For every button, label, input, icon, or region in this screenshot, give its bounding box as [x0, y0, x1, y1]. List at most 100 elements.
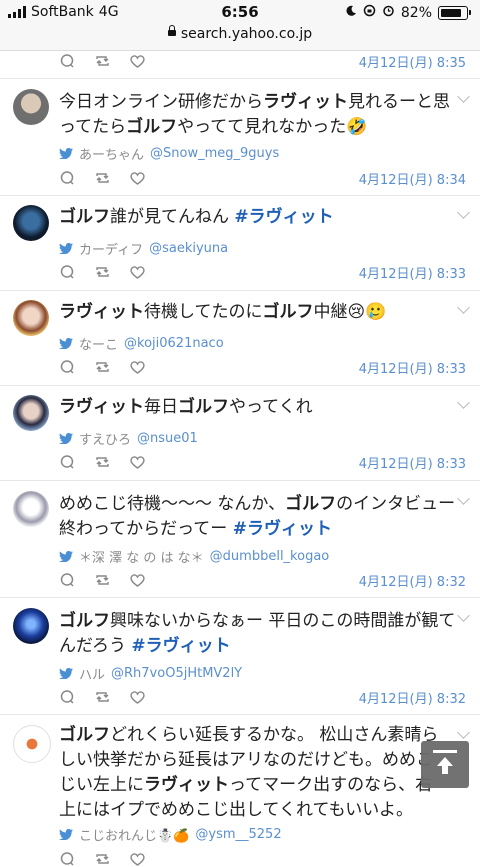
moon-icon: [345, 5, 357, 21]
tweet-item: ゴルフ興味ないからなぁー 平日のこの時間誰が観てんだろう #ラヴィット ハル @…: [0, 598, 480, 715]
tweet-date[interactable]: 4月12日(月) 8:34: [359, 169, 466, 188]
twitter-bird-icon: [59, 668, 73, 679]
retweet-icon[interactable]: [94, 264, 111, 280]
tweet-text-segment: 中継😢🥲: [313, 302, 387, 322]
like-icon[interactable]: [129, 359, 146, 375]
retweet-icon[interactable]: [94, 359, 111, 375]
reply-icon[interactable]: [59, 264, 76, 280]
tweet-actions: [59, 454, 146, 470]
retweet-icon[interactable]: [94, 53, 111, 69]
like-icon[interactable]: [129, 53, 146, 69]
lock-icon: [167, 25, 176, 36]
retweet-icon[interactable]: [94, 572, 111, 588]
chevron-down-icon[interactable]: [457, 726, 470, 739]
like-icon[interactable]: [129, 264, 146, 280]
author-name: ハル: [79, 668, 106, 683]
avatar[interactable]: [13, 608, 49, 644]
tweet-date[interactable]: 4月12日(月) 8:33: [359, 263, 466, 282]
author-handle[interactable]: @Snow_meg_9guys: [150, 146, 279, 161]
twitter-bird-icon: [59, 829, 73, 840]
avatar[interactable]: [13, 300, 49, 336]
tweet-text-segment: 今日オンライン研修だから: [59, 92, 263, 112]
tweet-item: ラヴィット毎日ゴルフやってくれ すえひろ @nsue01 4月12日(月) 8:…: [0, 386, 480, 481]
tweet-author[interactable]: すえひろ @nsue01: [59, 429, 198, 448]
reply-icon[interactable]: [59, 851, 76, 867]
scroll-top-bar-icon: [433, 750, 457, 753]
tweet-text-segment: 興味ないからなぁー 平日のこの時間誰が観てんだろう: [59, 611, 456, 656]
highlight-keyword: ゴルフ: [262, 302, 314, 322]
tweet-text: ゴルフ興味ないからなぁー 平日のこの時間誰が観てんだろう #ラヴィット: [59, 609, 456, 659]
avatar[interactable]: [13, 205, 49, 241]
tweet-text: ゴルフどれくらい延長するかな。 松山さん素晴らしい快挙だから延長はアリなのだけど…: [59, 723, 440, 823]
tweet-text: ラヴィット毎日ゴルフやってくれ: [59, 395, 456, 420]
hashtag-link[interactable]: #ラヴィット: [234, 207, 333, 227]
author-name: なーこ: [79, 338, 119, 353]
author-handle[interactable]: @saekiyuna: [149, 241, 228, 256]
avatar[interactable]: [13, 395, 49, 431]
chevron-down-icon[interactable]: [457, 206, 470, 219]
tweet-date[interactable]: 4月12日(月) 8:35: [359, 52, 466, 71]
like-icon[interactable]: [129, 689, 146, 705]
like-icon[interactable]: [129, 851, 146, 867]
arrow-up-icon: [437, 757, 453, 774]
like-icon[interactable]: [129, 170, 146, 186]
retweet-icon[interactable]: [94, 170, 111, 186]
url-text: search.yahoo.co.jp: [180, 26, 313, 42]
twitter-bird-icon: [59, 338, 73, 349]
tweet-date[interactable]: 4月12日(月) 8:33: [359, 453, 466, 472]
chevron-down-icon[interactable]: [457, 396, 470, 409]
tweet-author[interactable]: ハル @Rh7voO5jHtMV2lY: [59, 664, 242, 683]
highlight-keyword: ゴルフ: [126, 117, 178, 137]
scroll-to-top-button[interactable]: [421, 741, 469, 788]
tweet-actions: [59, 264, 146, 280]
like-icon[interactable]: [129, 572, 146, 588]
avatar[interactable]: [13, 491, 49, 527]
like-icon[interactable]: [129, 454, 146, 470]
tweet-text: ゴルフ誰が見てんねん #ラヴィット: [59, 205, 456, 230]
highlight-keyword: ラヴィット: [263, 92, 348, 112]
highlight-keyword: ゴルフ: [59, 207, 110, 227]
retweet-icon[interactable]: [94, 851, 111, 867]
author-handle[interactable]: @Rh7voO5jHtMV2lY: [111, 666, 242, 681]
author-handle[interactable]: @koji0621naco: [124, 336, 224, 351]
tweet-author[interactable]: あーちゃん @Snow_meg_9guys: [59, 144, 279, 163]
tweet-item: ゴルフどれくらい延長するかな。 松山さん素晴らしい快挙だから延長はアリなのだけど…: [0, 715, 480, 867]
highlight-keyword: ラヴィット: [144, 775, 229, 795]
author-handle[interactable]: @nsue01: [137, 431, 198, 446]
reply-icon[interactable]: [59, 689, 76, 705]
avatar[interactable]: [13, 89, 49, 125]
reply-icon[interactable]: [59, 53, 76, 69]
chevron-down-icon[interactable]: [457, 609, 470, 622]
tweet-actions: [59, 572, 146, 588]
chevron-down-icon[interactable]: [457, 492, 470, 505]
hashtag-link[interactable]: #ラヴィット: [131, 636, 230, 656]
tweet-item: めめこじ待機〜〜〜 なんか、ゴルフのインタビュー終わってからだってー #ラヴィッ…: [0, 481, 480, 598]
reply-icon[interactable]: [59, 572, 76, 588]
tweet-author[interactable]: ＊深 澤 な の は な＊ @dumbbell_kogao: [59, 547, 329, 566]
tweet-text-segment: やってくれ: [229, 397, 313, 417]
reply-icon[interactable]: [59, 454, 76, 470]
tweet-date[interactable]: 4月12日(月) 8:32: [359, 571, 466, 590]
author-name: こじおれんじ☃️🍊: [79, 829, 190, 844]
url-bar[interactable]: search.yahoo.co.jp: [0, 25, 480, 51]
tweet-date[interactable]: 4月12日(月) 8:33: [359, 358, 466, 377]
author-name: あーちゃん: [79, 148, 145, 163]
author-handle[interactable]: @ysm__5252: [195, 827, 281, 842]
tweet-text-segment: 誰が見てんねん: [110, 207, 235, 227]
author-handle[interactable]: @dumbbell_kogao: [210, 549, 330, 564]
reply-icon[interactable]: [59, 170, 76, 186]
chevron-down-icon[interactable]: [457, 90, 470, 103]
tweet-author[interactable]: カーディフ @saekiyuna: [59, 239, 228, 258]
retweet-icon[interactable]: [94, 454, 111, 470]
retweet-icon[interactable]: [94, 689, 111, 705]
tweet-date[interactable]: 4月12日(月) 8:32: [359, 688, 466, 707]
tweet-author[interactable]: こじおれんじ☃️🍊 @ysm__5252: [59, 825, 282, 844]
tweet-author[interactable]: なーこ @koji0621naco: [59, 334, 224, 353]
avatar[interactable]: [13, 725, 51, 763]
reply-icon[interactable]: [59, 359, 76, 375]
tweet-actions: [59, 170, 146, 186]
highlight-keyword: ゴルフ: [285, 494, 337, 514]
chevron-down-icon[interactable]: [457, 301, 470, 314]
author-name: ＊深 澤 な の は な＊: [79, 551, 204, 566]
hashtag-link[interactable]: #ラヴィット: [233, 519, 332, 539]
